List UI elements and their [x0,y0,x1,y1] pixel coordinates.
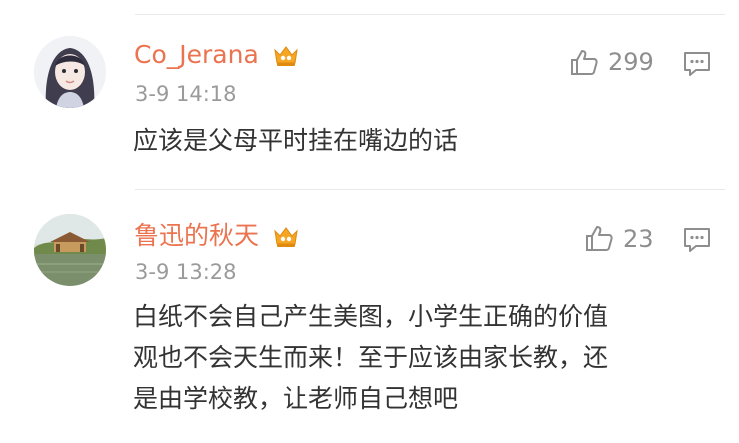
comment-reply-icon[interactable] [683,227,711,253]
vip-crown-icon [274,46,298,66]
avatar[interactable] [34,214,106,286]
timestamp: 3-9 14:18 [135,82,237,106]
username[interactable]: Co_Jerana [134,40,259,70]
comment-text-line: 白纸不会自己产生美图，小学生正确的价值 [133,302,609,331]
comment-text-line: 观也不会天生而来！至于应该由家长教，还 [133,343,609,372]
comment-reply-icon[interactable] [683,51,711,77]
comment-text-line: 是由学校教，让老师自己想吧 [133,384,459,413]
like-count: 299 [608,48,654,76]
username[interactable]: 鲁迅的秋天 [134,221,259,251]
thumbs-up-icon[interactable] [569,48,599,76]
vip-crown-icon [274,227,298,247]
comment-text-line: 应该是父母平时挂在嘴边的话 [133,126,459,155]
comment-item: 鲁迅的秋天 3-9 13:28 23 白纸不会自己产生美图，小学生正确的价值 观… [0,190,739,443]
girl-portrait-avatar-icon [34,36,106,108]
like-count: 23 [623,225,654,253]
timestamp: 3-9 13:28 [135,260,237,284]
comment-item: Co_Jerana 3-9 14:18 299 应该是父母平时挂在嘴边的话 [0,0,739,190]
thumbs-up-icon[interactable] [584,224,614,252]
pavilion-lake-avatar-icon [34,214,106,286]
avatar[interactable] [34,36,106,108]
